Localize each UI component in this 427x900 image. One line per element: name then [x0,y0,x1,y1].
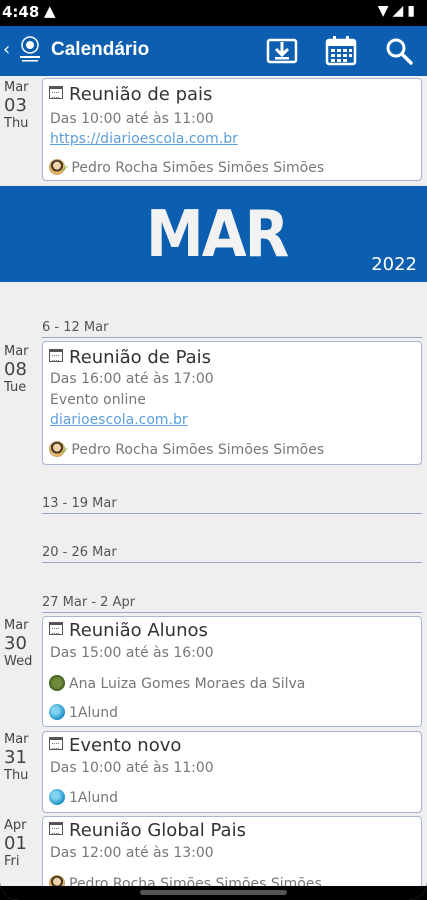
battery-icon: ▮ [407,3,419,19]
week-header: 13 - 19 Mar [42,496,422,514]
event-date: Mar 08 Tue [4,344,29,395]
school-logo-icon [20,36,40,62]
app-bar: ‹ Calendário [0,26,427,76]
event-time: Das 16:00 até às 17:00 [50,371,214,387]
event-date: Mar 31 Thu [4,732,29,783]
app-screen: 4:48 ▲ ▼◢▮ ‹ Calendário Mar 03 Thu Reuni… [0,0,427,900]
event-card[interactable]: Evento novo Das 10:00 até às 11:00 1Alun… [42,731,422,813]
calendar-small-icon [49,822,63,835]
wifi-icon: ▼ [377,3,393,19]
date-weekday: Thu [4,768,29,783]
date-day: 03 [4,95,27,116]
gesture-bar [0,886,427,900]
event-time: Das 10:00 até às 11:00 [50,760,214,776]
date-day: 01 [4,833,27,854]
calendar-icon[interactable] [325,36,357,66]
group-avatar [49,704,65,720]
group-avatar [49,789,65,805]
event-title: Evento novo [49,735,181,756]
week-header: 6 - 12 Mar [42,320,422,338]
event-card[interactable]: Reunião Global Pais Das 12:00 até às 13:… [42,816,422,886]
status-time: 4:48 [2,3,40,21]
check-icon: ✓ [61,164,70,175]
event-participant: Ana Luiza Gomes Moraes da Silva [49,675,305,692]
event-organizer: ✓ Pedro Rocha Simões Simões Simões [49,159,324,176]
event-time: Das 15:00 até às 16:00 [50,645,214,661]
date-month: Mar [4,344,29,359]
download-icon[interactable] [266,36,298,66]
event-group: 1Alund [49,789,118,806]
month-banner: MAR 2022 [0,186,427,282]
search-icon[interactable] [384,36,416,66]
event-time: Das 10:00 até às 11:00 [50,111,214,127]
date-month: Mar [4,732,29,747]
warning-icon: ▲ [44,2,56,20]
event-title: Reunião Alunos [49,620,208,641]
event-link[interactable]: https://diarioescola.com.br [50,131,238,147]
date-weekday: Tue [4,380,27,395]
event-date: Mar 03 Thu [4,80,29,131]
page-title: Calendário [51,39,150,60]
event-date: Apr 01 Fri [4,818,27,869]
date-weekday: Thu [4,116,29,131]
calendar-small-icon [49,737,63,750]
check-icon: ✓ [61,446,70,457]
date-month: Mar [4,618,29,633]
event-note: Evento online [50,392,146,408]
signal-icon: ◢ [392,3,408,19]
event-time: Das 12:00 até às 13:00 [50,845,214,861]
event-title: Reunião de pais [49,84,212,105]
calendar-list[interactable]: Mar 03 Thu Reunião de pais Das 10:00 até… [0,76,427,886]
event-title: Reunião Global Pais [49,820,246,841]
event-link[interactable]: diarioescola.com.br [50,412,188,428]
date-day: 31 [4,747,27,768]
date-weekday: Wed [4,654,33,669]
back-icon[interactable]: ‹ [3,39,10,60]
event-date: Mar 30 Wed [4,618,32,669]
date-day: 30 [4,633,27,654]
banner-year: 2022 [371,254,417,275]
date-month: Apr [4,818,27,833]
event-card[interactable]: Reunião de pais Das 10:00 até às 11:00 h… [42,78,422,181]
event-card[interactable]: Reunião de Pais Das 16:00 até às 17:00 E… [42,341,422,465]
week-header: 27 Mar - 2 Apr [42,595,422,613]
banner-month: MAR [146,196,289,272]
calendar-small-icon [49,86,63,99]
event-title: Reunião de Pais [49,347,211,368]
avatar [49,675,65,691]
event-organizer: Pedro Rocha Simões Simões Simões [49,875,322,886]
status-bar: 4:48 ▲ ▼◢▮ [0,0,427,26]
event-organizer: ✓ Pedro Rocha Simões Simões Simões [49,441,324,458]
home-indicator[interactable] [140,890,287,895]
date-month: Mar [4,80,29,95]
week-header: 20 - 26 Mar [42,545,422,563]
calendar-small-icon [49,622,63,635]
date-day: 08 [4,359,27,380]
event-group: 1Alund [49,704,118,721]
calendar-small-icon [49,349,63,362]
date-weekday: Fri [4,854,20,869]
event-card[interactable]: Reunião Alunos Das 15:00 até às 16:00 An… [42,616,422,727]
status-icons: ▼◢▮ [378,3,419,19]
avatar [49,875,65,886]
